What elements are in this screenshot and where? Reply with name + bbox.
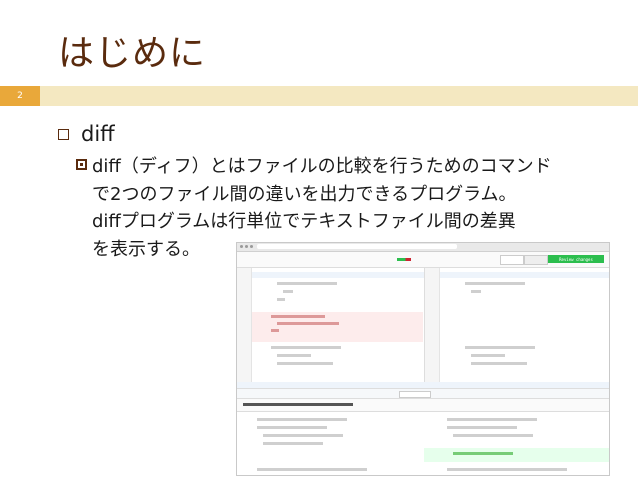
filled-square-icon	[76, 159, 87, 170]
bullet-line-1: diff（ディフ）とはファイルの比較を行うためのコマンド	[92, 156, 552, 177]
address-bar	[257, 244, 457, 249]
hollow-square-icon	[58, 128, 69, 140]
title-rule-band	[0, 86, 638, 106]
split-view-button	[524, 255, 548, 265]
unified-view-button	[500, 255, 524, 265]
bullet-line-2: で2つのファイル間の違いを出力できるプログラム。	[92, 183, 517, 205]
bullet-level1-text: diff	[81, 122, 115, 146]
diff-screenshot-image: Review changes	[236, 242, 610, 476]
slide-title: はじめに	[58, 33, 207, 74]
browser-toolbar	[237, 243, 609, 252]
expand-bar	[237, 389, 609, 399]
diff-split-view	[237, 268, 609, 389]
left-pane	[237, 268, 423, 388]
hunk-footer	[237, 382, 609, 388]
bullet-line-3: diffプログラムは行単位でテキストファイル間の差異	[92, 211, 516, 232]
second-split-view	[237, 412, 609, 475]
diff-file-header: Review changes	[237, 252, 609, 268]
bullet-level1: diff	[58, 122, 115, 146]
review-changes-button: Review changes	[548, 255, 604, 263]
second-file-header	[237, 399, 609, 412]
right-pane	[424, 268, 609, 388]
added-lines-block	[424, 448, 609, 462]
diffstat-bar	[397, 258, 411, 261]
page-number: 2	[0, 86, 40, 106]
